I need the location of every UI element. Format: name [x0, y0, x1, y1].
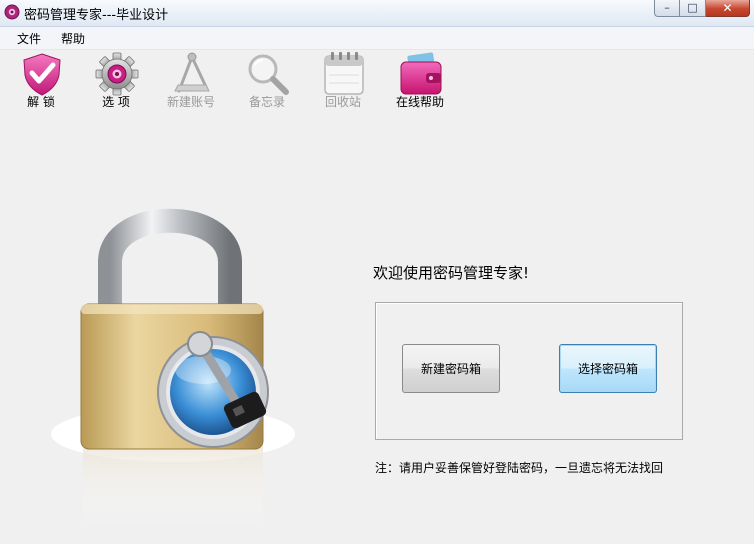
shield-check-icon [23, 53, 61, 96]
menu-bar: 文件 帮助 [0, 27, 754, 50]
pink-wallet-icon [400, 52, 442, 95]
menu-help[interactable]: 帮助 [57, 30, 89, 47]
menu-file[interactable]: 文件 [13, 30, 45, 47]
close-button[interactable]: ✕ [706, 0, 750, 17]
gear-icon [95, 52, 139, 96]
toolbar-label: 在线帮助 [395, 95, 444, 109]
password-warning-note: 注：请用户妥善保管好登陆密码，一旦遗忘将无法找回 [375, 461, 664, 475]
minimize-icon: – [664, 1, 670, 14]
window-controls: – □ ✕ [654, 0, 750, 18]
toolbar-options[interactable]: 选 项 [84, 49, 148, 111]
toolbar-label: 回收站 [324, 95, 361, 109]
toolbar-unlock[interactable]: 解 锁 [9, 49, 73, 111]
toolbar-new-account[interactable]: 新建账号 [159, 49, 223, 111]
toolbar-label: 备忘录 [248, 95, 285, 109]
toolbar-label: 新建账号 [166, 95, 215, 109]
toolbar-label: 选 项 [102, 95, 130, 109]
window-title: 密码管理专家---毕业设计 [24, 8, 169, 23]
maximize-button[interactable]: □ [680, 0, 706, 17]
drafting-compass-icon [174, 52, 210, 93]
calendar-icon [324, 52, 364, 95]
toolbar-online-help[interactable]: 在线帮助 [388, 49, 452, 111]
welcome-message: 欢迎使用密码管理专家! [373, 264, 530, 282]
new-vault-button[interactable]: 新建密码箱 [402, 344, 500, 393]
main-window: 密码管理专家---毕业设计 – □ ✕ 文件 帮助 解 锁 选 项 新建账号 备… [0, 0, 754, 544]
toolbar-memo[interactable]: 备忘录 [235, 49, 299, 111]
magnifier-icon [248, 54, 289, 95]
select-vault-button[interactable]: 选择密码箱 [559, 344, 657, 393]
title-bar[interactable]: 密码管理专家---毕业设计 – □ ✕ [0, 0, 754, 27]
app-icon [4, 4, 20, 20]
minimize-button[interactable]: – [654, 0, 680, 17]
toolbar-label: 解 锁 [27, 95, 55, 109]
padlock-illustration [51, 208, 295, 527]
toolbar-recycle-bin[interactable]: 回收站 [311, 49, 375, 111]
close-icon: ✕ [722, 1, 733, 15]
maximize-icon: □ [687, 1, 698, 14]
